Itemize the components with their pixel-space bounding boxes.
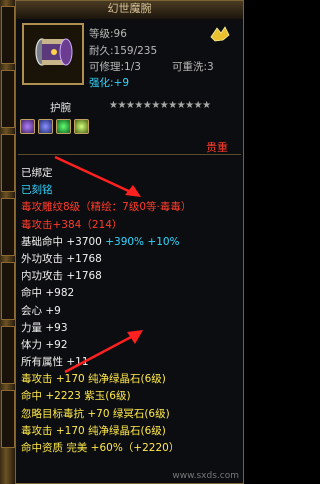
attribute-list: 已绑定 已刻铭 毒攻雕纹8级（精绘：7级0等·毒毒） 毒攻击+384（214） … (21, 165, 191, 457)
attr-gem-1: 毒攻击 +170 纯净绿晶石(6级) (21, 373, 166, 386)
attr-gem-3: 忽略目标毒抗 +70 绿冥石(6级) (21, 407, 170, 420)
item-type: 护腕 (50, 102, 71, 114)
attr-base-hit: 基础命中 +3700 +390% +10% (21, 234, 191, 251)
gem-purple-icon (20, 119, 35, 134)
attr-poison-attack: 毒攻击+384（214） (21, 218, 123, 231)
edge-slot[interactable] (1, 6, 15, 64)
item-title: 幻世魔腕 (16, 1, 243, 19)
attr-all-stats: 所有属性 +11 (21, 356, 89, 369)
item-reforge: 可修理:1/3 (89, 59, 141, 74)
left-edge-bar (0, 0, 15, 484)
attr-internal-attack: 内功攻击 +1768 (21, 270, 102, 283)
attr-stamina: 体力 +92 (21, 338, 68, 351)
item-level: 等级:96 (89, 28, 127, 40)
attr-external-attack: 外功攻击 +1768 (21, 252, 102, 265)
edge-slot[interactable] (1, 134, 15, 192)
attr-hit: 命中 +982 (21, 287, 75, 300)
watermark-url: www.sxds.com (172, 471, 239, 481)
attr-gem-4: 毒攻击 +170 纯净绿晶石(6级) (21, 424, 166, 437)
divider (18, 154, 241, 155)
edge-slot[interactable] (1, 262, 15, 320)
reforge-label: 可修理: (89, 61, 125, 73)
dragon-emblem-icon (210, 26, 230, 42)
attr-crit: 会心 +9 (21, 304, 61, 317)
edge-slot[interactable] (1, 390, 15, 448)
gem-blue-icon (38, 119, 53, 134)
gem-green-icon (56, 119, 71, 134)
attr-bound: 已绑定 (21, 167, 53, 179)
reforge-value: 1/3 (124, 61, 141, 73)
base-hit-v3: +10% (147, 235, 180, 248)
rewash-value: 3 (207, 61, 214, 73)
item-tooltip: 幻世魔腕 等级:96 耐久:159/235 可修理:1/3 可重洗:3 强化:+… (15, 0, 244, 484)
item-stars: ★★★★★★★★★★★★ (109, 100, 211, 111)
edge-slot[interactable] (1, 326, 15, 384)
item-durability: 耐久:159/235 (89, 45, 158, 57)
bracer-icon (35, 38, 73, 66)
edge-slot[interactable] (1, 70, 15, 128)
attr-strength: 力量 +93 (21, 321, 68, 334)
enhance-value: +9 (113, 77, 130, 89)
edge-slot[interactable] (1, 198, 15, 256)
gem-lime-icon (74, 119, 89, 134)
attr-carving: 毒攻雕纹8级（精绘：7级0等·毒毒） (21, 201, 192, 214)
base-hit-label: 基础命中 (21, 235, 63, 248)
attr-engraved: 已刻铭 (21, 184, 53, 197)
rewash-label: 可重洗: (172, 61, 208, 73)
item-value-label: 贵重 (206, 141, 228, 154)
item-icon-frame (22, 23, 84, 85)
attr-gem-2: 命中 +2223 紫玉(6级) (21, 390, 131, 403)
socket-gem-row (20, 119, 89, 134)
base-hit-v1: +3700 (66, 235, 102, 248)
base-hit-v2: +390% (105, 235, 145, 248)
watermark-logo (165, 445, 239, 469)
item-rewash: 可重洗:3 (172, 59, 214, 74)
item-enhance: 强化:+9 (89, 75, 129, 90)
enhance-label: 强化: (89, 77, 114, 89)
